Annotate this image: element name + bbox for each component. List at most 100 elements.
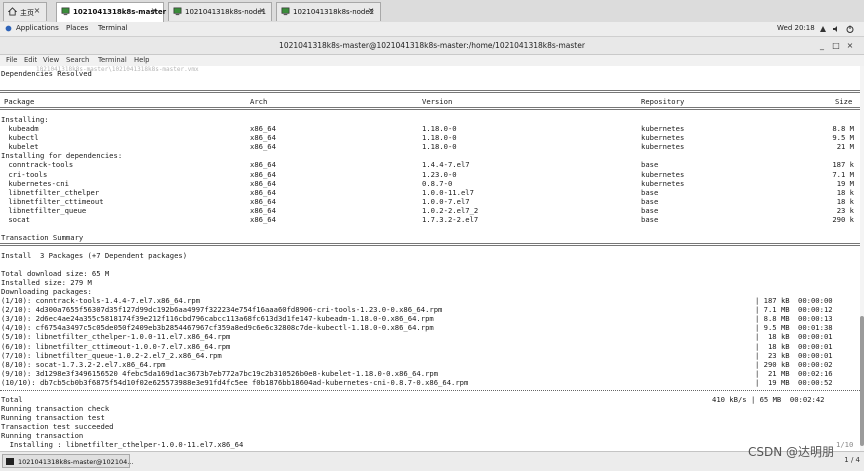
places-menu[interactable]: Places [66, 24, 88, 32]
pkg-arch: x86_64 [250, 196, 276, 206]
menu-edit[interactable]: Edit [24, 56, 37, 64]
pkg-repository: base [641, 196, 659, 206]
download-size: | 7.1 MB [755, 305, 790, 315]
pkg-version: 1.4.4-7.el7 [422, 160, 470, 170]
pkg-package: conntrack-tools [4, 160, 74, 170]
total-download: Total download size: 65 M [1, 269, 110, 278]
download-time: 00:00:01 [798, 350, 833, 360]
vm-icon [173, 7, 182, 16]
pkg-package: libnetfilter_cttimeout [4, 196, 104, 206]
pkg-arch: x86_64 [250, 142, 276, 152]
tab-k8s-node1-close-icon[interactable]: × [257, 6, 267, 16]
pkg-repository: kubernetes [641, 142, 685, 152]
pkg-repository: base [641, 205, 659, 215]
terminal-window-title-bar: 1021041318k8s-master@1021041318k8s-maste… [0, 37, 864, 55]
pkg-package: kubernetes-cni [4, 178, 69, 188]
pkg-version: 1.0.0-7.el7 [422, 196, 470, 206]
download-name: (8/10): socat-1.7.3.2-2.el7.x86_64.rpm [1, 359, 166, 369]
menu-terminal[interactable]: Terminal [98, 56, 127, 64]
pkg-package: kubectl [4, 133, 39, 143]
download-name: (5/10): libnetfilter_cthelper-1.0.0-11.e… [1, 332, 231, 342]
vm-tab-strip: 主页 × 1021041318k8s-master × 1021041318k8… [0, 0, 864, 23]
minimize-icon[interactable]: _ [818, 41, 826, 50]
download-size: | 18 kB [755, 332, 790, 342]
pkg-size: 187 k [832, 160, 854, 170]
header-size: Size [835, 97, 853, 106]
scrollbar-thumb[interactable] [860, 316, 864, 446]
tab-k8s-node1[interactable]: 1021041318k8s-node1 × [168, 2, 272, 21]
pkg-arch: x86_64 [250, 187, 276, 197]
install-line: Install 3 Packages (+7 Dependent package… [1, 251, 188, 260]
download-time: 00:00:13 [798, 314, 833, 324]
header-version: Version [422, 97, 453, 106]
total-rate: 410 kB/s | 65 MB 00:02:42 [712, 395, 825, 404]
maximize-icon[interactable]: □ [832, 41, 840, 50]
total-label: Total [1, 395, 23, 404]
tab-k8s-node2-close-icon[interactable]: × [366, 6, 376, 16]
pkg-arch: x86_64 [250, 160, 276, 170]
pkg-package: cri-tools [4, 169, 48, 179]
separator [0, 243, 860, 246]
download-size: | 187 kB [755, 296, 790, 305]
csdn-watermark: CSDN @达明朋 [748, 445, 835, 459]
tab-k8s-node2[interactable]: 1021041318k8s-node2 × [276, 2, 381, 21]
power-icon[interactable] [846, 25, 854, 33]
pkg-size: 21 M [836, 142, 854, 152]
terminal-icon [6, 458, 14, 465]
pkg-package: libnetfilter_queue [4, 205, 87, 215]
tab-k8s-master[interactable]: 1021041318k8s-master × [56, 2, 166, 22]
pkg-package: libnetfilter_cthelper [4, 187, 100, 197]
header-arch: Arch [250, 97, 268, 106]
tab-home[interactable]: 主页 × [3, 2, 47, 21]
download-size: | 9.5 MB [755, 323, 790, 333]
terminal-scrollbar[interactable] [860, 66, 864, 451]
pkg-size: 9.5 M [832, 133, 854, 143]
summary-title: Transaction Summary [1, 233, 84, 242]
tab-home-close-icon[interactable]: × [32, 6, 42, 16]
separator [0, 90, 860, 93]
volume-icon[interactable] [832, 25, 840, 33]
clock[interactable]: Wed 20:18 [777, 24, 815, 32]
applications-menu[interactable]: Applications [16, 24, 59, 32]
pkg-size: 23 k [836, 205, 854, 215]
pkg-arch: x86_64 [250, 178, 276, 188]
tab-k8s-node1-label: 1021041318k8s-node1 [185, 8, 267, 16]
download-name: (7/10): libnetfilter_queue-1.0.2-2.el7_2… [1, 350, 222, 360]
vmx-path-tooltip: 1021041318k8s-master\1021041318k8s-maste… [36, 66, 199, 73]
network-icon[interactable] [819, 25, 827, 33]
menu-view[interactable]: View [43, 56, 59, 64]
home-icon [8, 7, 17, 16]
download-time: 00:00:02 [798, 359, 833, 369]
pkg-size: 8.8 M [832, 124, 854, 133]
menu-file[interactable]: File [6, 56, 17, 64]
tab-k8s-master-close-icon[interactable]: × [149, 6, 159, 16]
vm-icon [281, 7, 290, 16]
taskbar-terminal-item[interactable]: 1021041318k8s-master@102104... [2, 454, 133, 468]
workspace-pager[interactable]: 1 / 4 [844, 456, 860, 464]
separator [0, 107, 860, 110]
menu-search[interactable]: Search [66, 56, 89, 64]
download-name: (10/10): db7cb5cb0b3f6875f54d10f02e62557… [1, 377, 469, 387]
pkg-repository: kubernetes [641, 169, 685, 179]
download-size: | 19 MB [755, 377, 790, 387]
menu-help[interactable]: Help [134, 56, 150, 64]
pkg-size: 18 k [836, 187, 854, 197]
pkg-size: 19 M [836, 178, 854, 188]
pkg-version: 1.18.0-0 [422, 124, 457, 133]
downloading-label: Downloading packages: [1, 287, 92, 296]
download-size: | 23 kB [755, 350, 790, 360]
terminal-app-menu[interactable]: Terminal [98, 24, 128, 32]
close-icon[interactable]: × [846, 41, 854, 50]
deps-label: Installing for dependencies: [1, 151, 123, 161]
gnome-top-bar: Applications Places Terminal Wed 20:18 [0, 22, 864, 37]
pkg-version: 1.18.0-0 [422, 133, 457, 143]
terminal-output[interactable]: Dependencies Resolved Package Arch Versi… [0, 66, 860, 451]
download-time: 00:00:00 [798, 296, 833, 305]
pkg-package: kubeadm [4, 124, 39, 133]
download-time: 00:02:16 [798, 368, 833, 378]
log-line: Transaction test succeeded [1, 422, 114, 432]
pkg-repository: base [641, 187, 659, 197]
download-name: (6/10): libnetfilter_cttimeout-1.0.0-7.e… [1, 341, 231, 351]
separator [0, 390, 860, 391]
applications-icon [5, 25, 12, 32]
